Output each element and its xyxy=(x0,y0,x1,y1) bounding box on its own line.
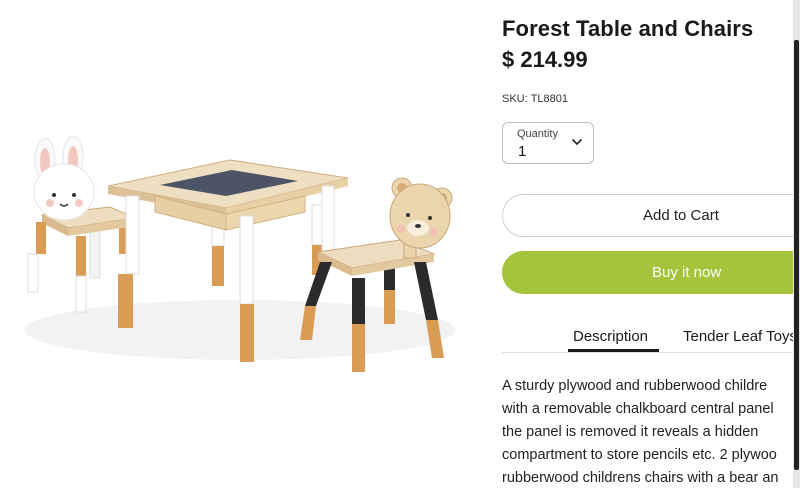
add-to-cart-button[interactable]: Add to Cart xyxy=(502,194,800,237)
active-tab-indicator xyxy=(568,349,659,352)
product-tabs: Description Tender Leaf Toys xyxy=(502,318,800,353)
description-line: with a removable chalkboard central pane… xyxy=(502,401,774,417)
quantity-selector[interactable]: Quantity 1 xyxy=(502,122,594,164)
sku-label: SKU: xyxy=(502,93,528,105)
sku-value: TL8801 xyxy=(530,93,568,105)
tab-description[interactable]: Description xyxy=(573,328,648,345)
product-sku: SKU: TL8801 xyxy=(502,93,568,105)
tab-tender-leaf-toys[interactable]: Tender Leaf Toys xyxy=(683,328,797,345)
scrollbar-thumb[interactable] xyxy=(794,40,799,470)
quantity-label: Quantity xyxy=(517,128,558,140)
product-title: Forest Table and Chairs xyxy=(502,16,754,41)
buy-now-button[interactable]: Buy it now xyxy=(502,251,800,294)
description-line: rubberwood childrens chairs with a bear … xyxy=(502,470,779,486)
description-line: the panel is removed it reveals a hidden xyxy=(502,424,759,440)
page-scrollbar[interactable] xyxy=(793,0,800,488)
description-line: A sturdy plywood and rubberwood childre xyxy=(502,378,768,394)
product-price: $ 214.99 xyxy=(502,47,588,72)
product-description: A sturdy plywood and rubberwood childre … xyxy=(502,375,800,490)
description-line: compartment to store pencils etc. 2 plyw… xyxy=(502,447,777,463)
product-image[interactable] xyxy=(0,0,480,488)
table-and-chairs-illustration xyxy=(25,135,455,372)
product-info-panel: Forest Table and Chairs $ 214.99 SKU: TL8… xyxy=(502,0,800,488)
quantity-value: 1 xyxy=(518,143,527,160)
chevron-down-icon[interactable] xyxy=(571,137,583,147)
